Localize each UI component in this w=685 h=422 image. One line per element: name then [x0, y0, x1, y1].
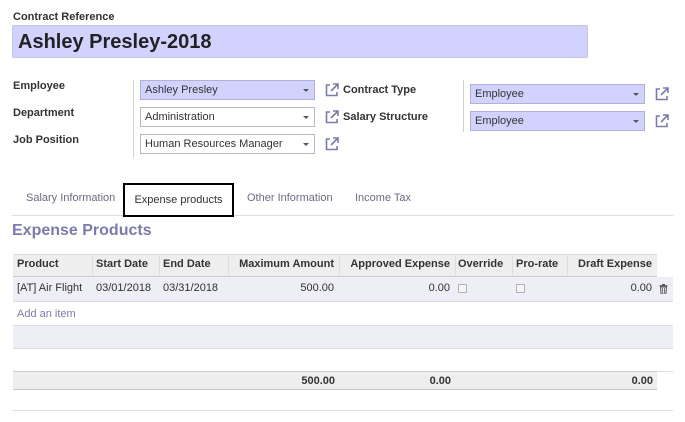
cell-product[interactable]: [AT] Air Flight [17, 282, 82, 294]
cell-end-date[interactable]: 03/31/2018 [163, 282, 218, 294]
caret-down-icon [303, 116, 309, 119]
field-divider [133, 80, 134, 158]
list-item [13, 349, 673, 372]
salary-structure-select-value: Employee [475, 115, 524, 127]
tab-income-tax[interactable]: Income Tax [355, 192, 411, 204]
caret-down-icon [303, 143, 309, 146]
salary-structure-select[interactable]: Employee [470, 111, 645, 131]
total-approved-expense: 0.00 [429, 375, 451, 387]
column-separator [159, 255, 160, 276]
trash-icon[interactable] [659, 284, 668, 294]
column-header-start-date[interactable]: Start Date [96, 255, 148, 276]
external-link-icon[interactable] [324, 136, 340, 152]
contract-type-select[interactable]: Employee [470, 84, 645, 104]
column-separator [512, 255, 513, 276]
external-link-icon[interactable] [324, 109, 340, 125]
caret-down-icon [633, 120, 639, 123]
column-separator [92, 255, 93, 276]
department-label: Department [13, 107, 75, 119]
divider [12, 410, 673, 411]
column-header-end-date[interactable]: End Date [163, 255, 211, 276]
total-maximum-amount: 500.00 [301, 375, 335, 387]
field-divider [463, 80, 464, 132]
column-header-maximum-amount[interactable]: Maximum Amount [228, 255, 334, 276]
tabs-underline [12, 215, 673, 216]
column-separator [455, 255, 456, 276]
cell-draft-expense[interactable]: 0.00 [567, 282, 652, 294]
employee-label: Employee [13, 80, 65, 92]
cell-approved-expense[interactable]: 0.00 [339, 282, 450, 294]
list-item [13, 302, 673, 326]
override-checkbox[interactable] [458, 284, 467, 293]
job-position-label: Job Position [13, 134, 79, 146]
caret-down-icon [633, 93, 639, 96]
external-link-icon[interactable] [654, 113, 670, 129]
total-draft-expense: 0.00 [631, 375, 653, 387]
column-header-pro-rate[interactable]: Pro-rate [516, 255, 558, 276]
job-position-select-value: Human Resources Manager [145, 138, 283, 150]
external-link-icon[interactable] [324, 82, 340, 98]
pro-rate-checkbox[interactable] [516, 284, 525, 293]
tab-expense-products[interactable]: Expense products [123, 183, 234, 217]
section-title: Expense Products [12, 222, 152, 239]
table-footer [13, 371, 657, 390]
tab-salary-information[interactable]: Salary Information [26, 192, 115, 204]
department-select[interactable]: Administration [140, 107, 315, 127]
tab-other-information[interactable]: Other Information [247, 192, 333, 204]
contract-type-select-value: Employee [475, 88, 524, 100]
cell-start-date[interactable]: 03/01/2018 [96, 282, 151, 294]
contract-reference-label: Contract Reference [13, 11, 115, 23]
job-position-select[interactable]: Human Resources Manager [140, 134, 315, 154]
cell-maximum-amount[interactable]: 500.00 [228, 282, 334, 294]
column-header-product[interactable]: Product [17, 255, 59, 276]
external-link-icon[interactable] [654, 86, 670, 102]
employee-select-value: Ashley Presley [145, 84, 218, 96]
column-header-draft-expense[interactable]: Draft Expense [567, 255, 652, 276]
department-select-value: Administration [145, 111, 215, 123]
column-header-approved-expense[interactable]: Approved Expense [339, 255, 450, 276]
contract-type-label: Contract Type [343, 84, 417, 96]
employee-select[interactable]: Ashley Presley [140, 80, 315, 100]
salary-structure-label: Salary Structure [343, 111, 428, 123]
contract-reference-input[interactable]: Ashley Presley-2018 [12, 25, 588, 58]
list-item [13, 326, 673, 349]
caret-down-icon [303, 89, 309, 92]
column-header-override[interactable]: Override [458, 255, 503, 276]
